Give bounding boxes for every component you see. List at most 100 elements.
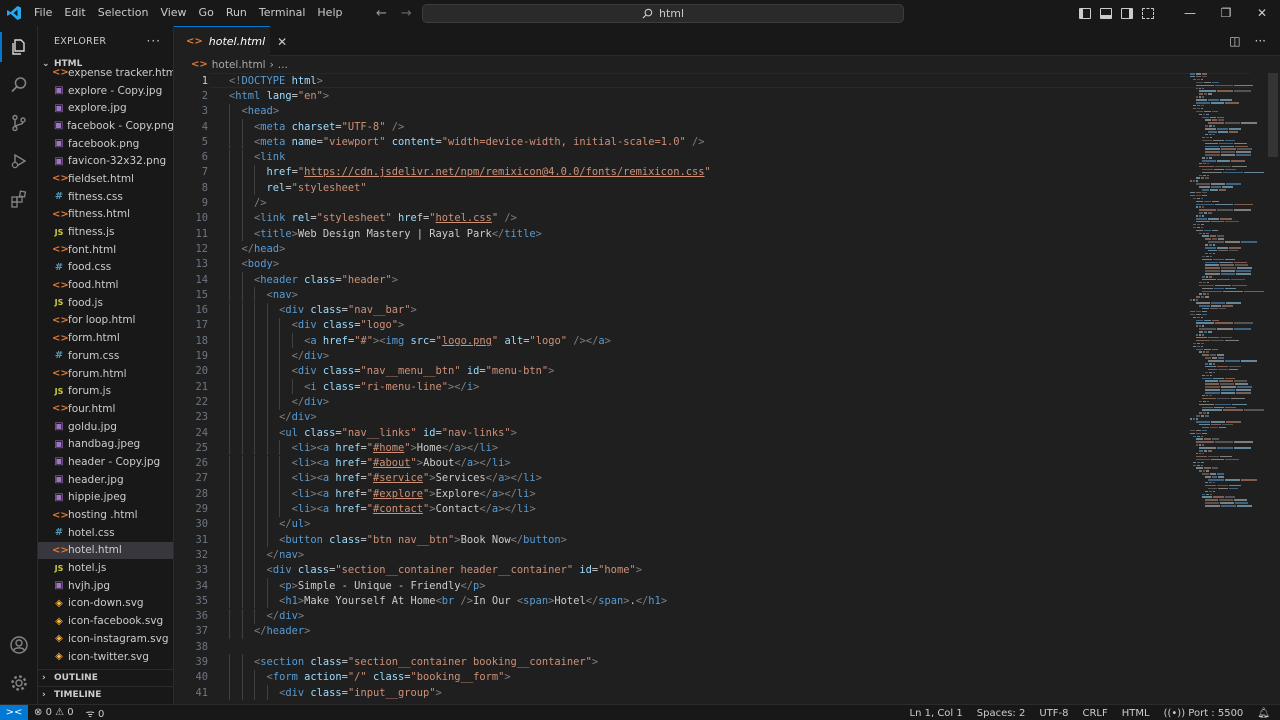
search-activity-icon[interactable]: [0, 66, 38, 104]
language-mode[interactable]: HTML: [1122, 708, 1150, 719]
file-item[interactable]: <> forum.html: [38, 365, 173, 383]
notifications-bell-icon[interactable]: 🔔︎: [1257, 708, 1270, 719]
menu-help[interactable]: Help: [311, 0, 348, 26]
line-number: 9: [201, 197, 208, 210]
file-item[interactable]: <> expense tracker.html: [38, 64, 173, 82]
more-editor-actions-icon[interactable]: ···: [1255, 34, 1266, 48]
file-item[interactable]: <> for loop.html: [38, 312, 173, 330]
toggle-secondary-sidebar-icon[interactable]: [1121, 7, 1133, 19]
timeline-section[interactable]: › TIMELINE: [38, 686, 173, 703]
end-of-line[interactable]: CRLF: [1083, 708, 1108, 719]
file-item[interactable]: <> fieldset.html: [38, 170, 173, 188]
file-item[interactable]: ▣ facebook.png: [38, 135, 173, 153]
problems-indicator[interactable]: ⊗ 0 ⚠ 0: [34, 707, 74, 718]
file-item[interactable]: ▣ hippie.jpeg: [38, 489, 173, 507]
minimap-line: [1212, 490, 1216, 493]
encoding[interactable]: UTF-8: [1039, 708, 1068, 719]
minimap-line: [1234, 383, 1249, 385]
toggle-primary-sidebar-icon[interactable]: [1079, 7, 1091, 19]
run-debug-icon[interactable]: [0, 142, 38, 180]
indentation[interactable]: Spaces: 2: [977, 708, 1026, 719]
file-item[interactable]: ▣ header - Copy.jpg: [38, 453, 173, 471]
file-item[interactable]: <> fitness.html: [38, 206, 173, 224]
file-item[interactable]: # hotel.css: [38, 524, 173, 542]
back-arrow-icon[interactable]: ←: [376, 6, 387, 21]
file-item[interactable]: <> four.html: [38, 400, 173, 418]
minimize-button[interactable]: —: [1172, 0, 1208, 26]
toggle-panel-icon[interactable]: [1100, 7, 1112, 19]
indent-guide: [229, 103, 230, 119]
vertical-scrollbar[interactable]: [1266, 73, 1280, 704]
minimap-line: [1195, 429, 1201, 432]
file-item[interactable]: ▣ hvjh.jpg: [38, 577, 173, 595]
file-item[interactable]: ◈ icon-instagram.svg: [38, 630, 173, 648]
file-item[interactable]: ◈ icon-twitter.svg: [38, 648, 173, 666]
file-item[interactable]: ▣ facebook - Copy.png: [38, 117, 173, 135]
file-item[interactable]: JS food.js: [38, 294, 173, 312]
file-item[interactable]: ▣ goldu.jpg: [38, 418, 173, 436]
code-editor[interactable]: 1 <!DOCTYPE html> 2 <html lang="en"> 3 <head>…: [174, 73, 1280, 704]
ports-indicator[interactable]: ᯤ 0: [86, 706, 105, 720]
source-control-icon[interactable]: [0, 104, 38, 142]
file-item[interactable]: # forum.css: [38, 347, 173, 365]
menu-run[interactable]: Run: [220, 0, 253, 26]
breadcrumb-more[interactable]: ...: [278, 59, 288, 71]
file-item[interactable]: # fitness.css: [38, 188, 173, 206]
breadcrumb-file[interactable]: hotel.html: [212, 59, 266, 71]
remote-indicator-icon[interactable]: ><: [0, 704, 28, 720]
code-text: </div>: [266, 610, 305, 623]
cursor-position[interactable]: Ln 1, Col 1: [910, 708, 963, 719]
minimap-line: [1233, 499, 1247, 501]
command-center-search[interactable]: html: [422, 4, 904, 23]
file-item[interactable]: ▣ favicon-32x32.png: [38, 152, 173, 170]
menu-file[interactable]: File: [28, 0, 58, 26]
file-item[interactable]: JS fitness.js: [38, 223, 173, 241]
file-item[interactable]: JS hotel.js: [38, 559, 173, 577]
menu-edit[interactable]: Edit: [58, 0, 91, 26]
tab-hotel-html[interactable]: <> hotel.html ✕: [174, 26, 287, 56]
minimap-line: [1201, 342, 1205, 345]
minimap-line: [1224, 241, 1241, 243]
menu-go[interactable]: Go: [193, 0, 220, 26]
forward-arrow-icon[interactable]: →: [401, 6, 412, 21]
outline-section[interactable]: › OUTLINE: [38, 669, 173, 686]
file-item[interactable]: <> hotel.html: [38, 541, 173, 560]
file-item[interactable]: ▣ header.jpg: [38, 471, 173, 489]
file-item[interactable]: ▣ handbag.jpeg: [38, 435, 173, 453]
file-item[interactable]: <> form.html: [38, 329, 173, 347]
minimap-line: [1224, 377, 1235, 379]
menu-selection[interactable]: Selection: [92, 0, 155, 26]
minimap[interactable]: [1190, 73, 1266, 513]
minimap-line: [1196, 218, 1208, 220]
menu-view[interactable]: View: [154, 0, 192, 26]
minimap-line: [1196, 99, 1208, 101]
code-text: <p>Simple - Unique - Friendly</p>: [279, 579, 486, 592]
close-window-button[interactable]: ✕: [1244, 0, 1280, 26]
file-item[interactable]: JS forum.js: [38, 382, 173, 400]
restore-button[interactable]: ❐: [1208, 0, 1244, 26]
live-server-port[interactable]: ((•)) Port : 5500: [1164, 708, 1244, 719]
file-item[interactable]: ▣ explore - Copy.jpg: [38, 82, 173, 100]
close-tab-icon[interactable]: ✕: [277, 35, 287, 49]
customize-layout-icon[interactable]: [1142, 7, 1154, 19]
explorer-icon[interactable]: [0, 28, 38, 66]
file-item[interactable]: <> hosting .html: [38, 506, 173, 524]
file-item[interactable]: <> food.html: [38, 276, 173, 294]
minimap-line: [1196, 96, 1198, 98]
settings-gear-icon[interactable]: [0, 664, 38, 702]
accounts-icon[interactable]: [0, 626, 38, 664]
file-name: header.jpg: [68, 473, 124, 486]
file-item[interactable]: # food.css: [38, 259, 173, 277]
more-actions-icon[interactable]: ···: [147, 34, 161, 48]
indent-guide: [254, 348, 256, 364]
file-item[interactable]: ◈ icon-facebook.svg: [38, 612, 173, 630]
split-editor-icon[interactable]: ◫: [1229, 34, 1240, 48]
file-item[interactable]: ▣ explore.jpg: [38, 99, 173, 117]
file-item[interactable]: <> font.html: [38, 241, 173, 259]
scrollbar-thumb[interactable]: [1268, 73, 1278, 157]
extensions-icon[interactable]: [0, 180, 38, 218]
menu-terminal[interactable]: Terminal: [253, 0, 312, 26]
minimap-line: [1206, 162, 1210, 165]
file-item[interactable]: ◈ icon-down.svg: [38, 595, 173, 613]
minimap-line: [1203, 331, 1208, 333]
